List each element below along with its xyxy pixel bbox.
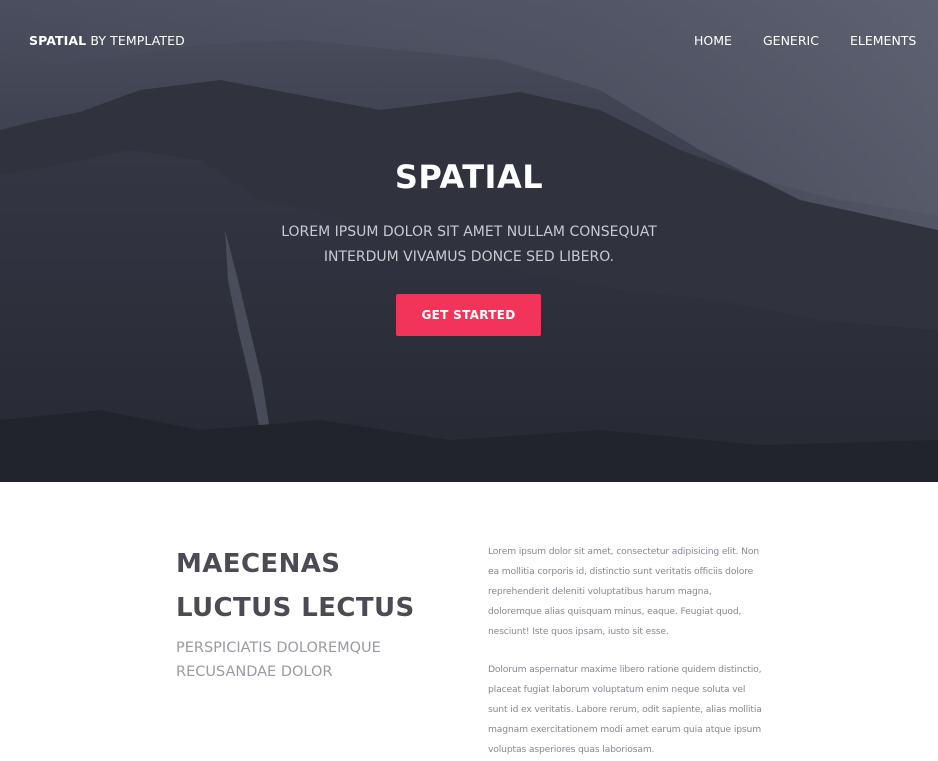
body-text-column: Lorem ipsum dolor sit amet, consectetur … <box>488 542 766 761</box>
hero-title: SPATIAL <box>394 158 544 196</box>
section-heading-line-2: LUCTUS LECTUS <box>176 593 415 623</box>
section-heading: MAECENAS LUCTUS LECTUS <box>176 542 456 630</box>
nav-link-elements[interactable]: ELEMENTS <box>850 33 916 49</box>
nav-link-home[interactable]: HOME <box>694 33 732 49</box>
brand-name: SPATIAL <box>29 33 87 48</box>
brand-logo[interactable]: SPATIAL BY TEMPLATED <box>29 33 185 49</box>
intro-section: MAECENAS LUCTUS LECTUS PERSPICIATIS DOLO… <box>0 482 938 761</box>
section-subheading: PERSPICIATIS DOLOREMQUE RECUSANDAE DOLOR <box>176 636 456 684</box>
hero-subtitle-line-2: INTERDUM VIVAMUS DONCE SED LIBERO. <box>323 249 615 265</box>
top-navigation: SPATIAL BY TEMPLATED HOME GENERIC ELEMEN… <box>0 0 938 82</box>
section-subheading-line-2: RECUSANDAE DOLOR <box>176 664 333 680</box>
hero-subtitle-line-1: LOREM IPSUM DOLOR SIT AMET NULLAM CONSEQ… <box>281 224 657 240</box>
section-subheading-line-1: PERSPICIATIS DOLOREMQUE <box>176 640 381 656</box>
get-started-button[interactable]: GET STARTED <box>396 294 541 336</box>
hero-subtitle: LOREM IPSUM DOLOR SIT AMET NULLAM CONSEQ… <box>0 220 938 270</box>
section-heading-line-1: MAECENAS <box>176 549 341 579</box>
body-paragraph-1: Lorem ipsum dolor sit amet, consectetur … <box>488 546 760 637</box>
hero-banner: SPATIAL BY TEMPLATED HOME GENERIC ELEMEN… <box>0 0 938 482</box>
nav-link-generic[interactable]: GENERIC <box>763 33 819 49</box>
body-paragraph-2: Dolorum aspernatur maxime libero ratione… <box>488 664 762 755</box>
brand-suffix: BY TEMPLATED <box>86 33 185 48</box>
